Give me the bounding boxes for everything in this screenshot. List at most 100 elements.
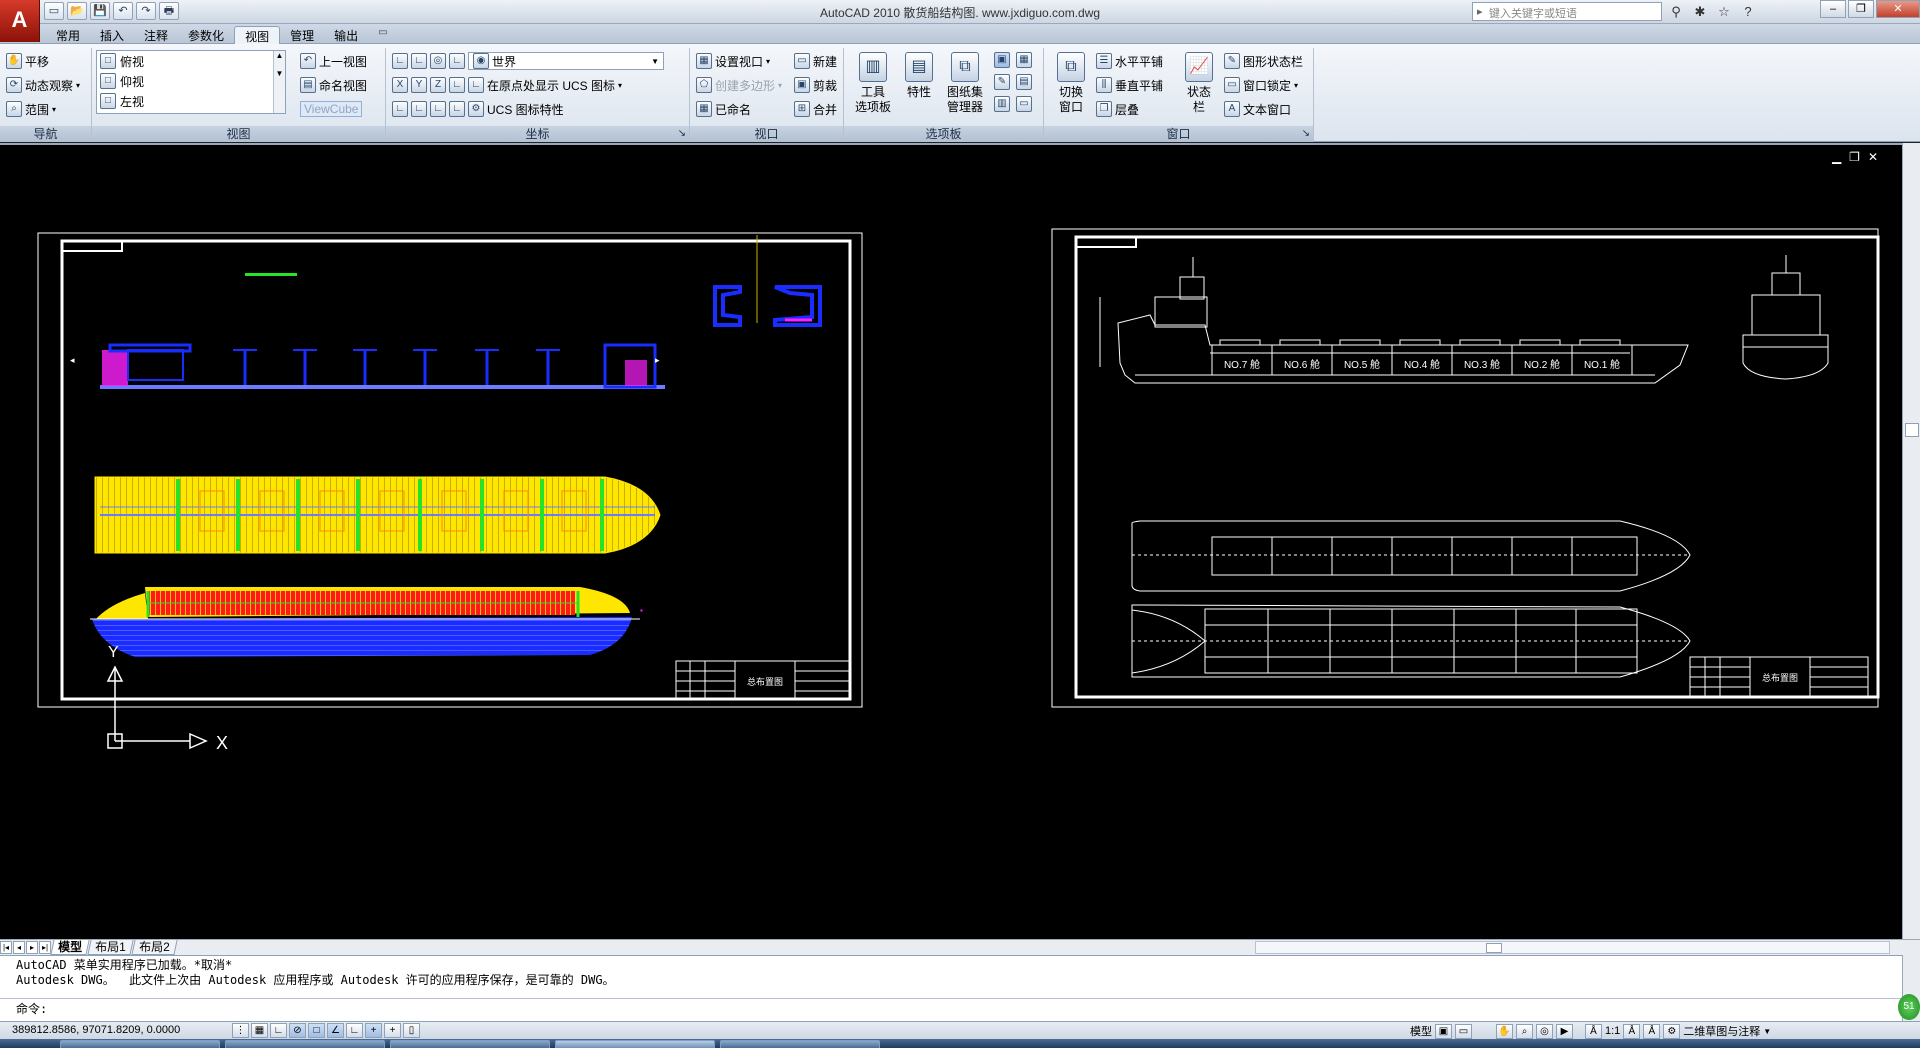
status-bar-button[interactable]: 📈 状态 栏 [1178,52,1220,115]
annotation-scale-icon[interactable]: Å [1585,1023,1602,1039]
vertical-scroll-thumb[interactable] [1905,423,1919,437]
ucs-zaxis-icon[interactable]: ∟ [449,101,465,117]
quick-view-layouts-icon[interactable]: ▣ [1435,1023,1452,1039]
orbit-button[interactable]: ⟳ 动态观察 ▾ [6,76,80,94]
workspace-switch-icon[interactable]: ⚙ [1663,1023,1681,1039]
ucs-y-icon[interactable]: Y [411,77,427,93]
taskbar-item[interactable] [390,1040,550,1048]
extents-button[interactable]: ⌕ 范围 ▾ [6,100,56,118]
previous-view-button[interactable]: ↶ 上一视图 [300,52,367,70]
dbconnect-icon[interactable]: ▤ [1016,74,1032,90]
create-polygonal-viewport[interactable]: ⬠ 创建多边形 ▾ [696,76,782,94]
ucs-named-icon[interactable]: ∟ [449,53,465,69]
switch-windows-button[interactable]: ⧉ 切换 窗口 [1050,52,1092,115]
close-button[interactable]: ✕ [1876,0,1920,18]
tile-vertical-button[interactable]: ⫼ 垂直平铺 [1096,76,1163,94]
ucs-world-icon[interactable]: ◎ [430,53,446,69]
viewport-config-button[interactable]: ▦ 设置视口 ▾ [696,52,770,70]
tab-insert[interactable]: 插入 [90,26,134,44]
model-space-label[interactable]: 模型 [1410,1023,1432,1039]
horizontal-scroll-thumb[interactable] [1486,943,1502,953]
ucs-face-icon[interactable]: ∟ [411,101,427,117]
lock-window-button[interactable]: ▭ 窗口锁定 ▾ [1224,76,1298,94]
tab-parametric[interactable]: 参数化 [178,26,234,44]
pan-button[interactable]: ✋ 平移 [6,52,49,70]
search-input[interactable]: 键入关键字或短语 [1472,2,1662,21]
properties-button[interactable]: ▤ 特性 [898,52,940,100]
tool-palettes-button[interactable]: ▥ 工具 选项板 [852,52,894,115]
view-item-top[interactable]: □ 俯视 [97,51,285,71]
taskbar-item-active[interactable] [555,1040,715,1048]
annotation-visibility-icon[interactable]: Å [1623,1023,1641,1039]
object-snap-icon[interactable]: □ [308,1023,325,1038]
object-snap-tracking-icon[interactable]: ∠ [327,1023,344,1038]
drawing-canvas[interactable]: ▁ ❐ ✕ ◂ ▸ ▪ 总布置图 X Y NO.7 舱 NO.6 舱 NO.5 … [0,143,1902,939]
calculator-icon[interactable]: ▦ [1016,52,1032,68]
steering-wheel-icon[interactable]: ◎ [1536,1023,1553,1039]
minimize-button[interactable]: – [1820,0,1846,18]
named-view-button[interactable]: ▤ 命名视图 [300,76,367,94]
help-icon[interactable]: ? [1738,2,1758,21]
layout-tab-model[interactable]: 模型 [50,940,90,955]
new-viewport-button[interactable]: ▭ 新建 [794,52,837,70]
sheetset-manager-button[interactable]: ⧉ 图纸集 管理器 [944,52,986,115]
quick-view-drawings-icon[interactable]: ▭ [1455,1023,1472,1039]
tab-view[interactable]: 视图 [234,26,281,44]
prev-layout-icon[interactable]: ◂ [13,941,25,954]
ucs-world-dropdown[interactable]: ◉ 世界 ▼ [468,52,664,70]
ucs-object-icon[interactable]: ∟ [392,101,408,117]
coordinate-display[interactable]: 389812.8586, 97071.8209, 0.0000 [12,1024,180,1036]
annotation-scale[interactable]: 1:1 [1605,1025,1620,1037]
views-list[interactable]: □ 俯视 □ 仰视 □ 左视 ▲ ▼ [96,50,286,114]
zoom-status-icon[interactable]: ⌕ [1516,1023,1533,1039]
taskbar-item[interactable] [225,1040,385,1048]
view-item-bottom[interactable]: □ 仰视 [97,71,285,91]
named-viewports-button[interactable]: ▦ 已命名 [696,100,751,118]
text-window-button[interactable]: A 文本窗口 [1224,100,1291,118]
quick-properties-icon[interactable]: ▯ [403,1023,420,1038]
snap-mode-icon[interactable]: ⋮ [232,1023,249,1038]
cascade-button[interactable]: ❐ 层叠 [1096,100,1139,118]
ucs-previous-icon[interactable]: ∟ [411,53,427,69]
ribbon-minimize-icon[interactable]: ▭ [368,26,397,44]
tab-manage[interactable]: 管理 [280,26,324,44]
application-menu-button[interactable]: A [0,0,40,42]
ucs-icon-properties[interactable]: UCS 图标特性 [487,101,564,118]
layer-props-icon[interactable]: ▥ [994,96,1010,112]
drawing-status-bar-button[interactable]: ✎ 图形状态栏 [1224,52,1303,70]
taskbar-item[interactable] [60,1040,220,1048]
ucs-z-icon[interactable]: Z [430,77,446,93]
viewcube-toggle[interactable]: ViewCube [300,100,363,118]
design-center-icon[interactable]: ▣ [994,52,1010,68]
horizontal-scrollbar[interactable] [1255,941,1890,954]
binoculars-icon[interactable]: ⚲ [1666,2,1686,21]
show-ucs-at-origin[interactable]: 在原点处显示 UCS 图标 [487,77,615,94]
ucs-view-icon[interactable]: ∟ [430,101,446,117]
auto-scale-icon[interactable]: Å [1643,1023,1661,1039]
pan-status-icon[interactable]: ✋ [1496,1023,1513,1039]
showmotion-icon[interactable]: ▶ [1556,1023,1573,1039]
ucs-icon[interactable]: ∟ [392,53,408,69]
ucs-x-icon[interactable]: X [392,77,408,93]
next-layout-icon[interactable]: ▸ [26,941,38,954]
dynamic-ucs-icon[interactable]: ∟ [346,1023,363,1038]
grid-display-icon[interactable]: ▦ [251,1023,268,1038]
polar-tracking-icon[interactable]: ⊘ [289,1023,306,1038]
tab-output[interactable]: 输出 [324,26,368,44]
taskbar-item[interactable] [720,1040,880,1048]
layout-tab-layout2[interactable]: 布局2 [131,940,177,955]
ortho-mode-icon[interactable]: ∟ [270,1023,287,1038]
last-layout-icon[interactable]: ▸| [39,941,51,954]
ucs-3point-icon[interactable]: ∟ [449,77,465,93]
cleanscreen-icon[interactable]: ▭ [1016,96,1032,112]
tile-horizontal-button[interactable]: ☰ 水平平铺 [1096,52,1163,70]
first-layout-icon[interactable]: |◂ [0,941,12,954]
tab-annotate[interactable]: 注释 [134,26,178,44]
subscription-icon[interactable]: ✱ [1690,2,1710,21]
command-prompt[interactable]: 命令: [0,998,1902,1018]
favorites-icon[interactable]: ☆ [1714,2,1734,21]
workspace-name[interactable]: 二维草图与注释 [1683,1023,1760,1039]
join-viewport-button[interactable]: ⊞ 合并 [794,100,837,118]
lineweight-icon[interactable]: + [384,1023,401,1038]
markup-icon[interactable]: ✎ [994,74,1010,90]
